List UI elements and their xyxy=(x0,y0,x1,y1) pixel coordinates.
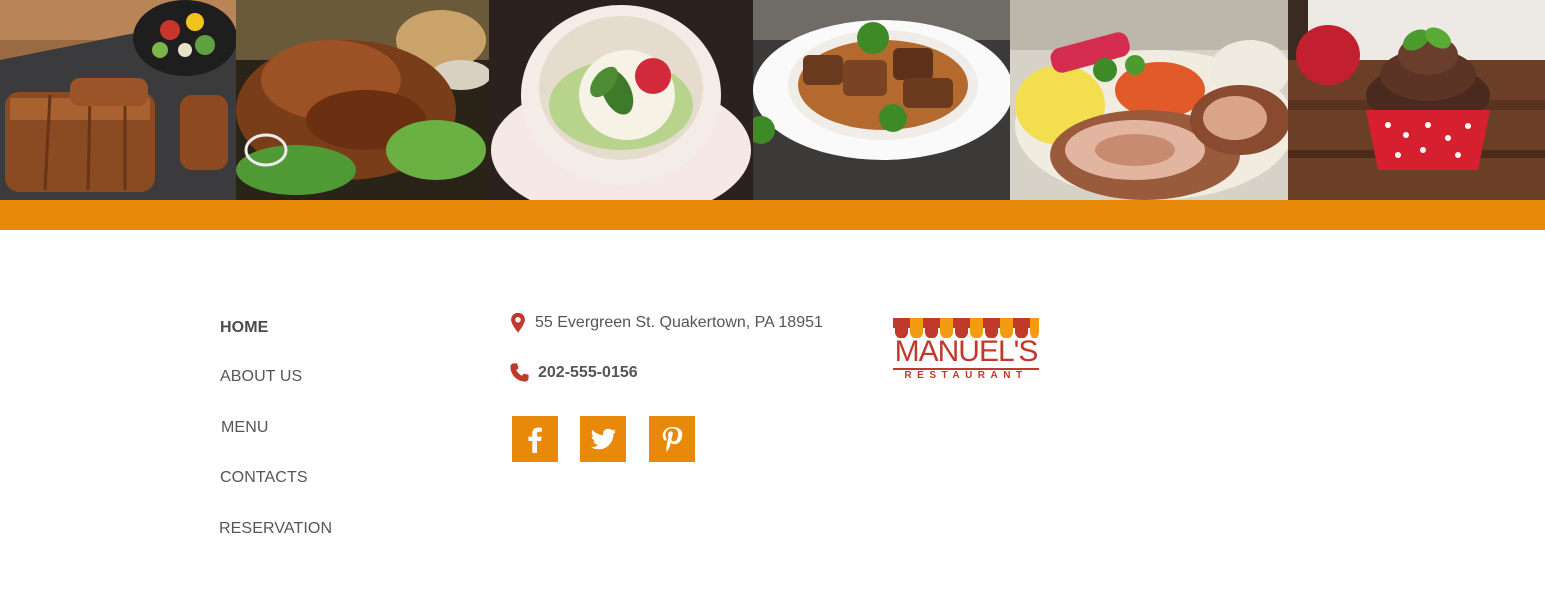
ribs-photo xyxy=(0,0,236,200)
food-gallery xyxy=(0,0,1545,200)
cupcake-photo xyxy=(1288,0,1545,200)
nav-item-about-us[interactable]: ABOUT US xyxy=(220,368,302,386)
nav-item-reservation[interactable]: RESERVATION xyxy=(219,520,332,538)
panna-cotta-photo xyxy=(489,0,753,200)
facebook-button[interactable] xyxy=(512,416,558,462)
pinterest-button[interactable] xyxy=(649,416,695,462)
phone-row: 202-555-0156 xyxy=(509,362,638,383)
phone-number[interactable]: 202-555-0156 xyxy=(538,364,638,382)
restaurant-logo[interactable]: MANUEL'S RESTAURANT xyxy=(893,318,1039,384)
phone-icon xyxy=(510,363,529,382)
logo-name: MANUEL'S xyxy=(893,335,1039,370)
pinterest-icon xyxy=(662,427,683,452)
twitter-icon xyxy=(590,428,616,450)
map-pin-icon xyxy=(511,312,525,333)
nav-item-menu[interactable]: MENU xyxy=(221,419,269,437)
address-text: 55 Evergreen St. Quakertown, PA 18951 xyxy=(535,314,823,331)
roast-pork-photo xyxy=(236,0,489,200)
nav-item-contacts[interactable]: CONTACTS xyxy=(220,469,308,487)
nav-item-home[interactable]: HOME xyxy=(220,319,268,337)
beef-stew-photo xyxy=(753,0,1010,200)
rolled-roast-photo xyxy=(1010,0,1288,200)
twitter-button[interactable] xyxy=(580,416,626,462)
accent-bar xyxy=(0,200,1545,230)
facebook-icon xyxy=(528,427,542,453)
logo-tagline: RESTAURANT xyxy=(904,370,1028,381)
address-row: 55 Evergreen St. Quakertown, PA 18951 xyxy=(509,312,823,334)
